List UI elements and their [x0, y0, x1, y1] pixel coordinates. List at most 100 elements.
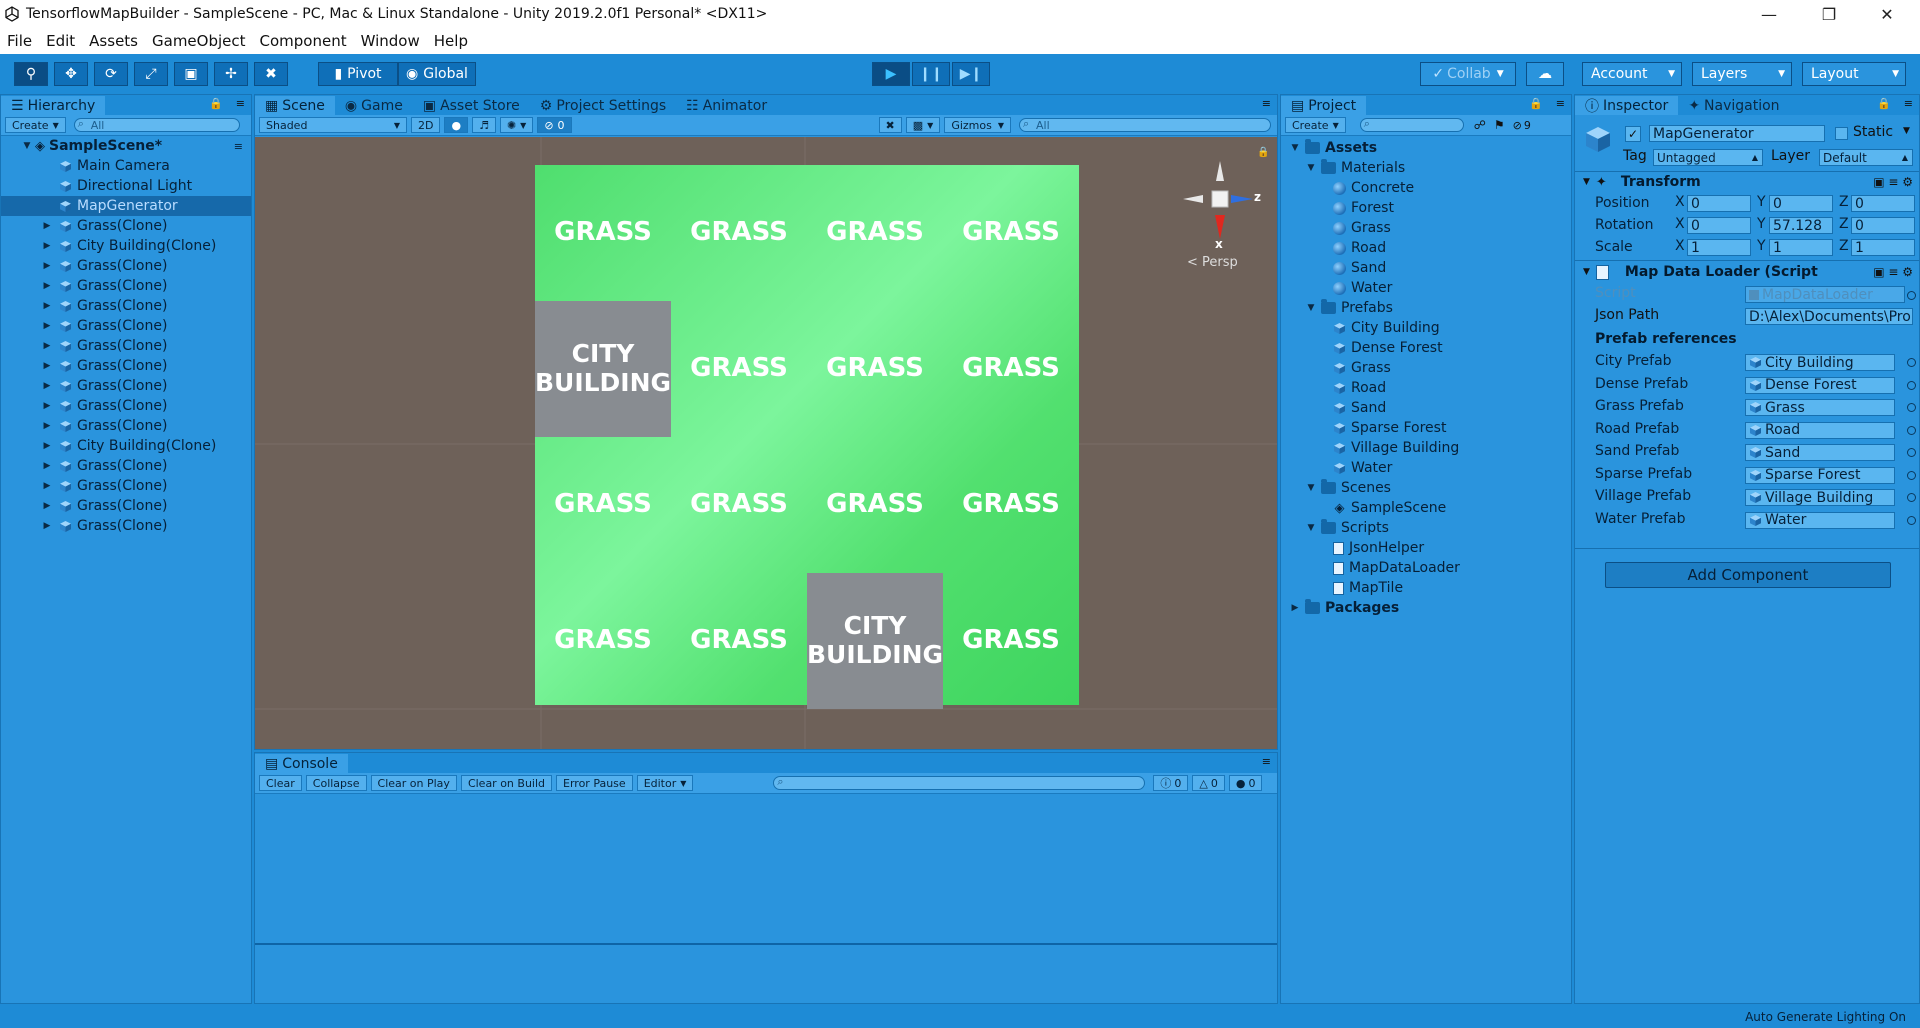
tab-hierarchy[interactable]: ☰ Hierarchy — [1, 96, 106, 115]
play-button[interactable]: ▶ — [872, 62, 910, 86]
tab-console[interactable]: ▤ Console — [255, 754, 348, 773]
prefab-reference-field[interactable]: City Building — [1745, 354, 1895, 371]
position-z-field[interactable]: 0 — [1851, 195, 1915, 212]
project-create-dropdown[interactable]: Create ▼ — [1285, 117, 1346, 133]
grass-tile[interactable]: GRASS — [807, 301, 943, 437]
hierarchy-item[interactable]: Directional Light — [1, 176, 251, 196]
scale-x-field[interactable]: 1 — [1687, 239, 1751, 256]
project-tree-item[interactable]: MapDataLoader — [1281, 558, 1571, 578]
scene-orientation-gizmo[interactable]: z x — [1175, 157, 1265, 257]
expand-arrow-icon[interactable]: ▶ — [41, 441, 53, 451]
lock-icon[interactable]: 🔒 — [1529, 97, 1543, 110]
hierarchy-item[interactable]: ▶ Grass(Clone) — [1, 476, 251, 496]
chevron-down-icon[interactable]: ▼ — [1903, 126, 1910, 136]
layers-dropdown[interactable]: Layers ▼ — [1692, 62, 1792, 86]
scale-z-field[interactable]: 1 — [1851, 239, 1915, 256]
object-picker-icon[interactable] — [1907, 448, 1916, 457]
menu-file[interactable]: File — [0, 32, 39, 50]
hierarchy-item[interactable]: ▶ Grass(Clone) — [1, 296, 251, 316]
project-search-input[interactable] — [1359, 117, 1464, 132]
object-picker-icon[interactable] — [1907, 425, 1916, 435]
scale-tool-button[interactable]: ⤢ — [134, 62, 168, 86]
tab-navigation[interactable]: ✦ Navigation — [1678, 96, 1789, 115]
custom-tool-button[interactable]: ✖ — [254, 62, 288, 86]
lighting-toggle[interactable]: ● — [444, 117, 469, 133]
menu-gameobject[interactable]: GameObject — [145, 32, 253, 50]
gizmos-dropdown[interactable]: Gizmos ▼ — [944, 117, 1011, 133]
hierarchy-item[interactable]: ▶ Grass(Clone) — [1, 256, 251, 276]
prefab-reference-field[interactable]: Sand — [1745, 444, 1895, 461]
rect-tool-button[interactable]: ▣ — [174, 62, 208, 86]
hierarchy-item[interactable]: ▶ Grass(Clone) — [1, 456, 251, 476]
project-tree-item[interactable]: Road — [1281, 378, 1571, 398]
hierarchy-item[interactable]: ▶ Grass(Clone) — [1, 376, 251, 396]
expand-arrow-icon[interactable]: ▶ — [41, 461, 53, 471]
project-tree-item[interactable]: ▼ Materials — [1281, 158, 1571, 178]
camera-dropdown[interactable]: ▩ ▼ — [905, 117, 941, 133]
account-dropdown[interactable]: Account ▼ — [1582, 62, 1682, 86]
project-tree-item[interactable]: Water — [1281, 458, 1571, 478]
object-picker-icon[interactable] — [1907, 403, 1916, 412]
tab-scene[interactable]: ▦ Scene — [255, 96, 335, 115]
tab-animator[interactable]: ☷ Animator — [676, 96, 777, 115]
project-tree-item[interactable]: Village Building — [1281, 438, 1571, 458]
grass-tile[interactable]: GRASS — [807, 437, 943, 573]
grass-tile[interactable]: GRASS — [943, 165, 1079, 301]
project-tree-item[interactable]: JsonHelper — [1281, 538, 1571, 558]
filter-type-icon[interactable]: ☍ — [1474, 118, 1486, 132]
expand-arrow-icon[interactable]: ▶ — [41, 361, 53, 371]
pivot-toggle[interactable]: ▮ Pivot — [318, 62, 398, 86]
hierarchy-item[interactable]: ▶ Grass(Clone) — [1, 396, 251, 416]
expand-arrow-icon[interactable]: ▶ — [41, 381, 53, 391]
rotation-z-field[interactable]: 0 — [1851, 217, 1915, 234]
project-tree-item[interactable]: Water — [1281, 278, 1571, 298]
console-clear-button[interactable]: Clear — [259, 775, 302, 791]
hierarchy-item[interactable]: Main Camera — [1, 156, 251, 176]
panel-menu-icon[interactable]: ≡ — [1262, 755, 1271, 768]
hierarchy-item[interactable]: ▶ City Building(Clone) — [1, 236, 251, 256]
grass-tile[interactable]: GRASS — [535, 437, 671, 573]
object-picker-icon[interactable] — [1907, 358, 1916, 367]
position-x-field[interactable]: 0 — [1687, 195, 1751, 212]
2d-toggle[interactable]: 2D — [411, 117, 441, 133]
hierarchy-item[interactable]: ▶ City Building(Clone) — [1, 436, 251, 456]
panel-menu-icon[interactable]: ≡ — [1556, 97, 1565, 110]
shading-mode-dropdown[interactable]: Shaded ▼ — [259, 117, 407, 133]
tab-inspector[interactable]: ⓘ Inspector — [1575, 96, 1679, 115]
project-tree-item[interactable]: City Building — [1281, 318, 1571, 338]
scene-viewport[interactable]: GRASS GRASS GRASS GRASS CITY BUILDING GRASS GR… — [255, 137, 1277, 749]
component-options-icons[interactable]: ▣ ≡ ⚙ — [1873, 265, 1913, 279]
active-checkbox[interactable]: ✓ — [1625, 126, 1641, 142]
collapse-arrow-icon[interactable]: ▼ — [1583, 267, 1590, 277]
expand-arrow-icon[interactable]: ▼ — [1305, 483, 1317, 493]
panel-menu-icon[interactable]: ≡ — [236, 97, 245, 110]
scale-y-field[interactable]: 1 — [1769, 239, 1833, 256]
rotate-tool-button[interactable]: ⟳ — [94, 62, 128, 86]
expand-arrow-icon[interactable]: ▶ — [41, 281, 53, 291]
scene-menu-icon[interactable]: ≡ — [234, 140, 243, 153]
grass-tile[interactable]: GRASS — [807, 165, 943, 301]
console-collapse-toggle[interactable]: Collapse — [305, 775, 367, 791]
hand-tool-button[interactable]: ⚲ — [14, 62, 48, 86]
expand-arrow-icon[interactable]: ▼ — [1305, 163, 1317, 173]
prefab-reference-field[interactable]: Grass — [1745, 399, 1895, 416]
lock-icon[interactable]: 🔒 — [1877, 97, 1891, 110]
tab-asset-store[interactable]: ▣ Asset Store — [413, 96, 530, 115]
add-component-button[interactable]: Add Component — [1605, 562, 1891, 588]
transform-tool-button[interactable]: ✢ — [214, 62, 248, 86]
console-search-input[interactable] — [773, 775, 1146, 790]
hierarchy-item[interactable]: ▶ Grass(Clone) — [1, 416, 251, 436]
city-building-tile[interactable]: CITY BUILDING — [535, 301, 671, 437]
console-log-area[interactable] — [255, 795, 1277, 941]
expand-arrow-icon[interactable]: ▶ — [41, 261, 53, 271]
grass-tile[interactable]: GRASS — [943, 573, 1079, 709]
maximize-button[interactable]: ❐ — [1800, 0, 1858, 28]
object-picker-icon[interactable] — [1907, 291, 1916, 300]
move-tool-button[interactable]: ✥ — [54, 62, 88, 86]
expand-arrow-icon[interactable]: ▼ — [1289, 143, 1301, 153]
project-tree-item[interactable]: Sparse Forest — [1281, 418, 1571, 438]
expand-arrow-icon[interactable]: ▶ — [41, 241, 53, 251]
object-picker-icon[interactable] — [1907, 380, 1916, 390]
layer-dropdown[interactable]: Default ▲ — [1819, 149, 1913, 166]
hierarchy-item[interactable]: ▶ Grass(Clone) — [1, 356, 251, 376]
